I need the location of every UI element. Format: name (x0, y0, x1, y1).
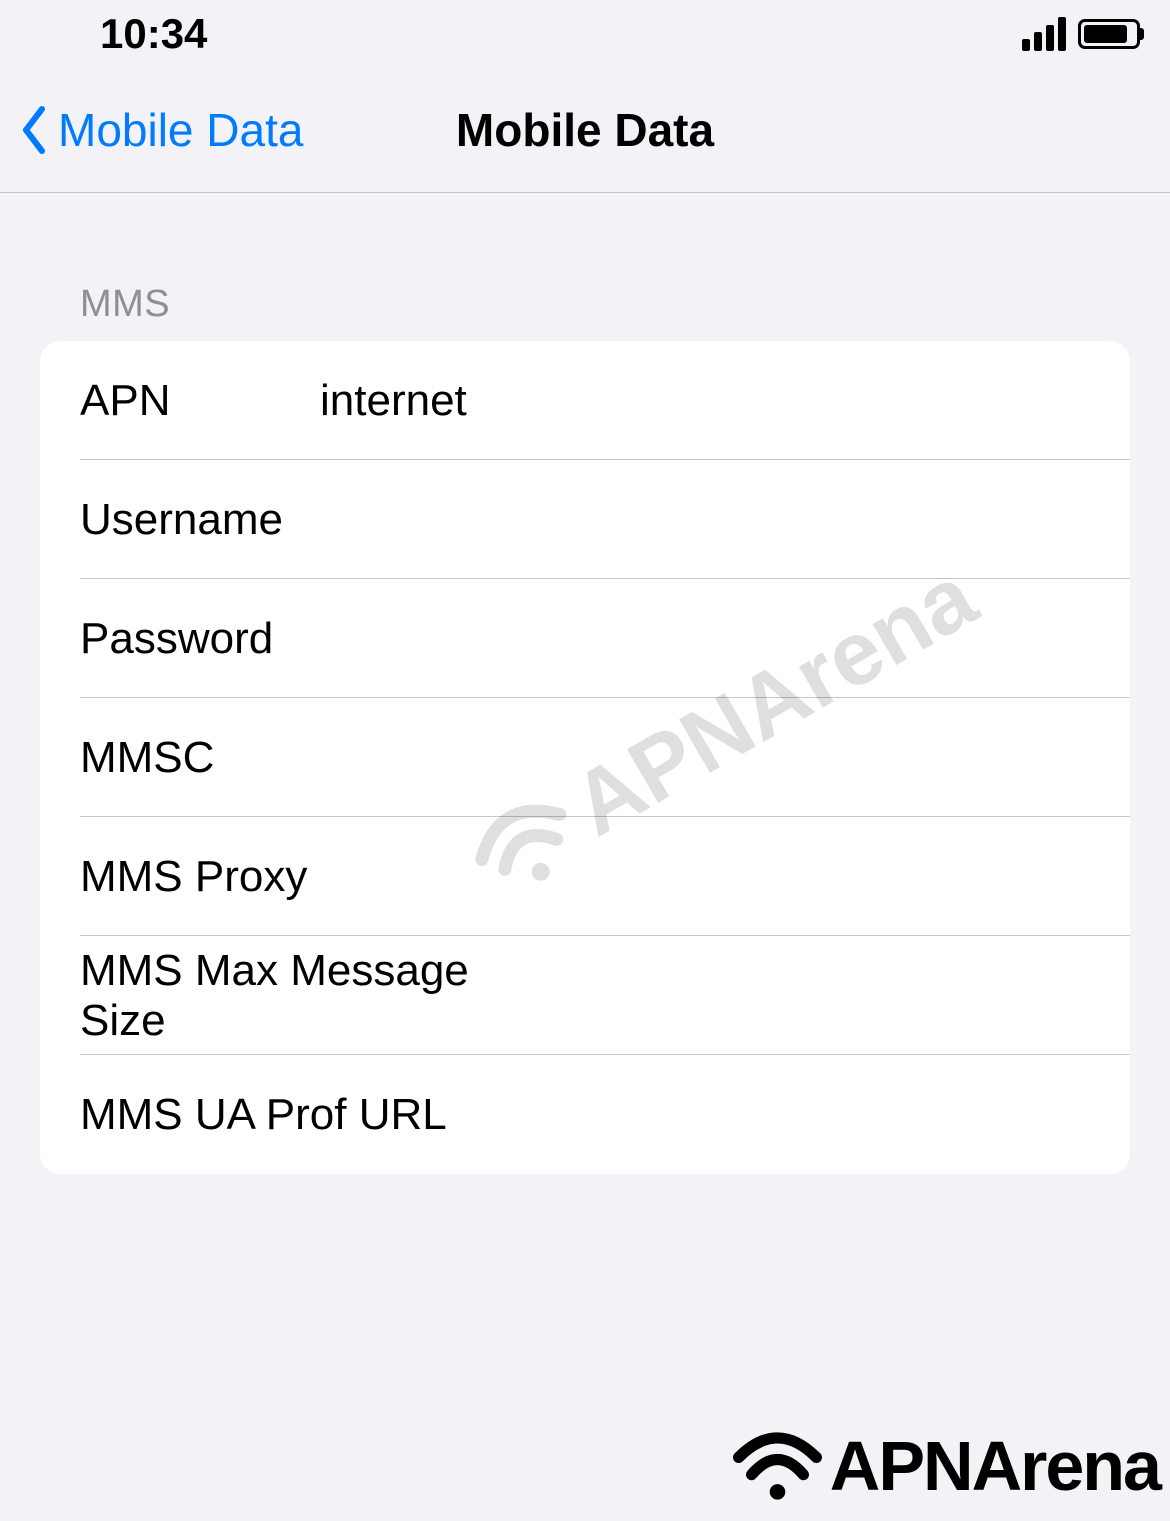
password-row[interactable]: Password (40, 579, 1130, 698)
mms-ua-prof-row[interactable]: MMS UA Prof URL (40, 1055, 1130, 1174)
wifi-icon (730, 1427, 825, 1505)
username-input[interactable] (320, 495, 1090, 545)
username-label: Username (80, 495, 320, 545)
status-time: 10:34 (30, 10, 207, 58)
username-row[interactable]: Username (40, 460, 1130, 579)
mms-ua-prof-input[interactable] (477, 1090, 1090, 1140)
mms-proxy-input[interactable] (337, 852, 1090, 902)
mms-ua-prof-label: MMS UA Prof URL (80, 1090, 447, 1140)
mms-proxy-label: MMS Proxy (80, 852, 307, 902)
apn-label: APN (80, 376, 320, 426)
settings-group-mms: APN Username Password MMSC MMS Proxy MMS… (40, 341, 1130, 1174)
password-input[interactable] (320, 614, 1090, 664)
mms-max-size-input[interactable] (515, 971, 1090, 1021)
back-button[interactable]: Mobile Data (0, 103, 303, 157)
mmsc-input[interactable] (320, 733, 1090, 783)
watermark-bottom-text: APNArena (830, 1426, 1160, 1506)
page-title: Mobile Data (456, 103, 714, 157)
battery-icon (1078, 19, 1140, 49)
cellular-signal-icon (1022, 17, 1066, 51)
mms-max-size-row[interactable]: MMS Max Message Size (40, 936, 1130, 1055)
mms-proxy-row[interactable]: MMS Proxy (40, 817, 1130, 936)
navigation-bar: Mobile Data Mobile Data (0, 68, 1170, 193)
section-header-mms: MMS (40, 193, 1130, 341)
status-bar: 10:34 (0, 0, 1170, 68)
chevron-left-icon (20, 105, 50, 155)
password-label: Password (80, 614, 320, 664)
mmsc-label: MMSC (80, 733, 320, 783)
apn-row[interactable]: APN (40, 341, 1130, 460)
content-area: MMS APN Username Password MMSC MMS Proxy (0, 193, 1170, 1174)
mms-max-size-label: MMS Max Message Size (80, 946, 485, 1046)
status-indicators (1022, 17, 1140, 51)
apn-input[interactable] (320, 376, 1090, 426)
mmsc-row[interactable]: MMSC (40, 698, 1130, 817)
watermark-bottom: APNArena (730, 1426, 1160, 1506)
back-label: Mobile Data (58, 103, 303, 157)
